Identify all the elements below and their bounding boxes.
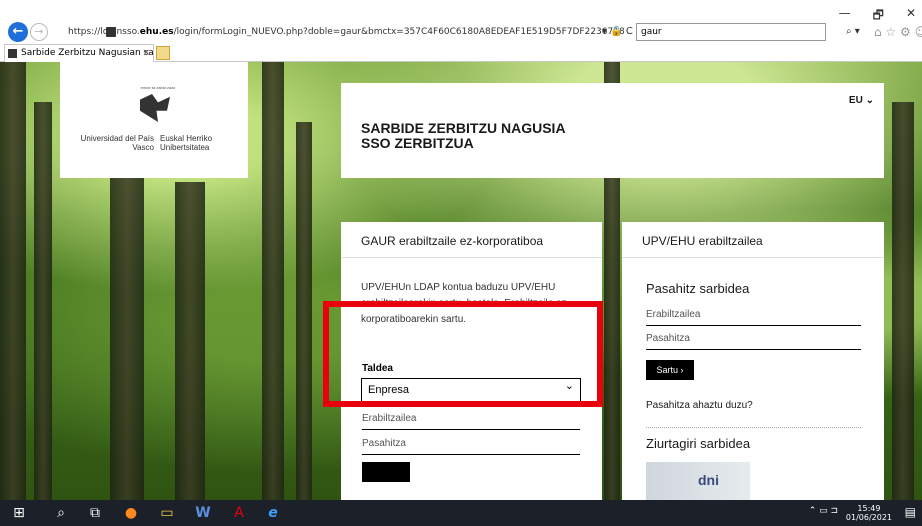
search-icon[interactable]: ⌕ ▾ — [846, 23, 860, 41]
browser-tab[interactable]: Sarbide Zerbitzu Nagusian sa... × — [4, 44, 154, 62]
site-favicon-icon — [106, 27, 116, 37]
forgot-password-link[interactable]: Pasahitza ahaztu duzu? — [646, 400, 753, 411]
address-bar-actions[interactable]: ▾ 🔒 C — [602, 23, 633, 41]
url-path: /login/formLogin_NUEVO.php?doble=gaur&bm… — [173, 27, 624, 37]
chevron-down-icon: ⌄ — [865, 95, 874, 106]
university-logo: eman ta zabal zazu Universidad del País … — [60, 62, 248, 178]
file-explorer-icon[interactable]: ▭ — [156, 503, 178, 523]
highlight-box — [323, 301, 603, 407]
page-title: SARBIDE ZERBITZU NAGUSIA — [361, 120, 566, 136]
forward-button[interactable]: → — [30, 23, 48, 41]
page-background: eman ta zabal zazu Universidad del País … — [0, 62, 922, 500]
internet-explorer-icon[interactable]: e — [262, 503, 284, 523]
firefox-icon[interactable]: ● — [120, 503, 142, 523]
gaur-card-heading: GAUR erabiltzaile ez-korporatiboa — [341, 222, 602, 258]
tab-title: Sarbide Zerbitzu Nagusian sa... — [21, 48, 154, 58]
ehu-username-field[interactable]: Erabiltzailea — [646, 306, 861, 326]
language-selector[interactable]: EU ⌄ — [849, 95, 874, 106]
search-input[interactable]: gaur — [636, 23, 826, 41]
url-domain: ehu.es — [139, 27, 174, 37]
browser-window: — 🗗 ✕ ← → https://loginsso.ehu.es/login/… — [0, 0, 922, 526]
back-button[interactable]: ← — [8, 22, 28, 42]
system-tray-icons[interactable]: ⌃ ▭ ⊐ — [809, 506, 838, 516]
sartu-button[interactable]: Sartu › — [646, 360, 694, 380]
logo-text-basque: Euskal Herriko Unibertsitatea — [160, 134, 213, 152]
page-subtitle: SSO ZERBITZUA — [361, 135, 474, 151]
clock-date: 01/06/2021 — [845, 513, 892, 522]
logo-motto: eman ta zabal zazu — [140, 85, 176, 90]
url-prefix: https://loginsso. — [68, 27, 140, 37]
gaur-submit-button[interactable] — [362, 462, 410, 482]
new-tab-button[interactable] — [156, 46, 170, 60]
tab-close-icon[interactable]: × — [142, 45, 150, 61]
tab-favicon-icon — [8, 49, 17, 58]
page-header: SARBIDE ZERBITZU NAGUSIA SSO ZERBITZUA E… — [341, 83, 884, 178]
password-access-title: Pasahitz sarbidea — [646, 281, 750, 296]
clock-time: 15:49 — [857, 504, 881, 513]
ehu-card-heading: UPV/EHU erabiltzailea — [622, 222, 884, 258]
toolbar-icons[interactable]: ⌂ ☆ ⚙ ☺ — [874, 23, 922, 41]
address-row: ← → https://loginsso.ehu.es/login/formLo… — [4, 22, 922, 42]
address-bar[interactable]: https://loginsso.ehu.es/login/formLogin_… — [54, 23, 624, 41]
search-icon[interactable]: ⌕ — [50, 503, 72, 523]
word-icon[interactable]: W — [192, 503, 214, 523]
acrobat-icon[interactable]: A — [228, 503, 250, 523]
ehu-password-field[interactable]: Pasahitza — [646, 330, 861, 350]
logo-text-spanish: Universidad del País Vasco — [80, 134, 154, 152]
divider — [646, 427, 861, 428]
logo-mark-icon — [140, 94, 170, 122]
browser-chrome: — 🗗 ✕ ← → https://loginsso.ehu.es/login/… — [0, 0, 922, 62]
task-view-icon[interactable]: ⧉ — [84, 503, 106, 523]
dni-logo-text: dni — [698, 472, 719, 488]
ehu-login-card: UPV/EHU erabiltzailea Pasahitz sarbidea … — [622, 222, 884, 500]
windows-taskbar: ⊞ ⌕ ⧉ ● ▭ W A e ⌃ ▭ ⊐ 15:49 01/06/2021 ▤ — [0, 500, 922, 526]
dni-certificate-button[interactable]: dni — [646, 462, 750, 500]
notifications-icon[interactable]: ▤ — [905, 505, 916, 519]
clock[interactable]: 15:49 01/06/2021 — [846, 504, 892, 522]
certificate-access-title: Ziurtagiri sarbidea — [646, 436, 751, 451]
gaur-username-field[interactable]: Erabiltzailea — [362, 410, 580, 430]
start-button[interactable]: ⊞ — [8, 503, 30, 523]
gaur-password-field[interactable]: Pasahitza — [362, 435, 580, 455]
language-code: EU — [848, 95, 863, 106]
